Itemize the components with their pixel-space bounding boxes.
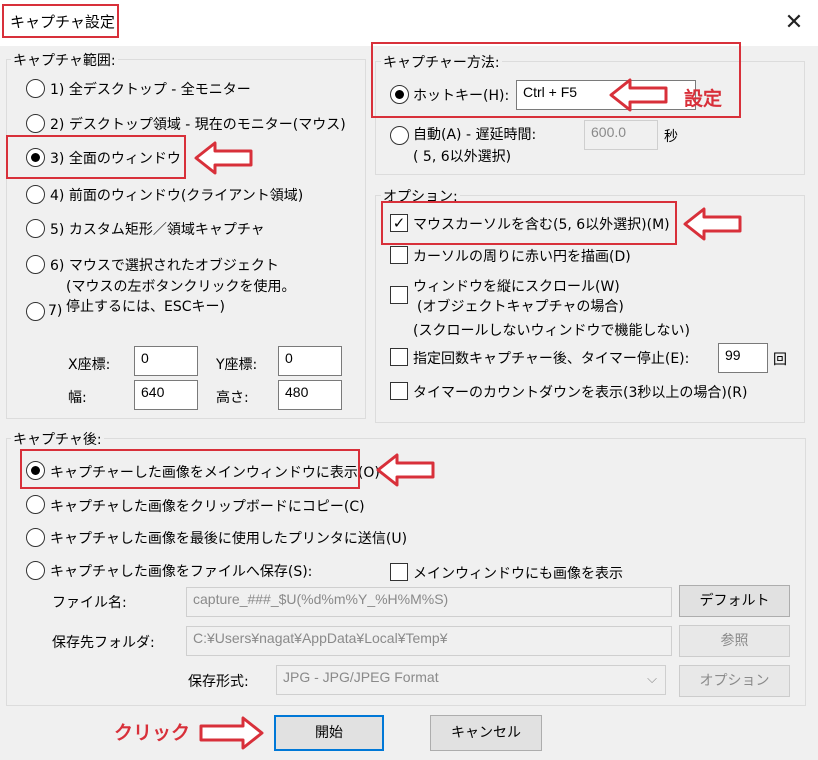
range-radio-6[interactable] — [26, 255, 45, 274]
after-label-printer[interactable]: キャプチャした画像を最後に使用したプリンタに送信(U) — [50, 528, 407, 548]
capture-range-label: キャプチャ範囲: — [11, 50, 118, 70]
folder-label: 保存先フォルダ: — [52, 635, 155, 651]
options-button[interactable]: オプション — [679, 665, 790, 697]
after-label-file[interactable]: キャプチャした画像をファイルへ保存(S): — [50, 561, 312, 581]
object-note-line-1: (マウスの左ボタンクリックを使用。 — [66, 279, 296, 295]
filename-input[interactable]: capture_###_$U(%d%m%Y_%H%M%S) — [186, 587, 672, 617]
auto-radio[interactable] — [390, 126, 409, 145]
scroll-sub-label-2: (スクロールしないウィンドウで機能しない) — [413, 323, 690, 339]
capture-settings-dialog: キャプチャ設定 ✕ キャプチャ範囲: 1) 全デスクトップ - 全モニター 2)… — [0, 0, 818, 760]
range-label-4[interactable]: 4) 前面のウィンドウ(クライアント領域) — [50, 185, 303, 205]
scroll-label[interactable]: ウィンドウを縦にスクロール(W) — [413, 276, 620, 296]
width-input[interactable]: 640 — [134, 380, 198, 410]
annotation-arrow-start-icon — [199, 716, 264, 750]
x-coord-input[interactable]: 0 — [134, 346, 198, 376]
annotation-click-text: クリック — [114, 722, 191, 744]
auto-sub-label: ( 5, 6以外選択) — [413, 149, 512, 165]
range-label-7[interactable]: 7) — [48, 303, 62, 319]
red-circle-label[interactable]: カーソルの周りに赤い円を描画(D) — [413, 246, 631, 266]
object-note-line-2: 停止するには、ESCキー) — [66, 299, 225, 315]
auto-label[interactable]: 自動(A) - 遅延時間: — [413, 124, 536, 144]
title-bar: キャプチャ設定 ✕ — [0, 0, 818, 46]
red-circle-checkbox[interactable] — [390, 246, 408, 264]
range-radio-1[interactable] — [26, 79, 45, 98]
folder-input[interactable]: C:¥Users¥nagat¥AppData¥Local¥Temp¥ — [186, 626, 672, 656]
delay-input[interactable]: 600.0 — [584, 120, 658, 150]
y-coord-label: Y座標: — [216, 357, 258, 373]
annotation-title-box — [2, 4, 119, 38]
format-label: 保存形式: — [188, 674, 249, 690]
range-label-5[interactable]: 5) カスタム矩形／領域キャプチャ — [50, 219, 265, 239]
height-input[interactable]: 480 — [278, 380, 342, 410]
show-in-main-label[interactable]: メインウィンドウにも画像を表示 — [413, 563, 623, 583]
annotation-arrow-hotkey-icon — [609, 78, 668, 112]
close-icon[interactable]: ✕ — [776, 8, 812, 38]
annotation-arrow-cursor-icon — [683, 207, 742, 241]
x-coord-label: X座標: — [68, 357, 111, 373]
range-radio-7[interactable] — [26, 302, 45, 321]
annotation-arrow-after-icon — [376, 453, 435, 487]
after-label-clipboard[interactable]: キャプチャした画像をクリップボードにコピー(C) — [50, 496, 365, 516]
delay-unit-label: 秒 — [664, 129, 678, 145]
filename-label: ファイル名: — [52, 595, 127, 611]
timer-stop-unit: 回 — [773, 352, 787, 368]
timer-stop-label[interactable]: 指定回数キャプチャー後、タイマー停止(E): — [413, 348, 689, 368]
range-radio-2[interactable] — [26, 114, 45, 133]
annotation-range-box — [6, 135, 186, 179]
range-radio-4[interactable] — [26, 185, 45, 204]
after-radio-clipboard[interactable] — [26, 495, 45, 514]
chevron-down-icon: ⌵ — [647, 671, 657, 686]
show-in-main-checkbox[interactable] — [390, 563, 408, 581]
countdown-label[interactable]: タイマーのカウントダウンを表示(3秒以上の場合)(R) — [413, 382, 747, 402]
after-capture-label: キャプチャ後: — [11, 429, 104, 449]
y-coord-input[interactable]: 0 — [278, 346, 342, 376]
annotation-setting-text: 設定 — [684, 88, 723, 110]
after-radio-file[interactable] — [26, 561, 45, 580]
format-select[interactable]: JPG - JPG/JPEG Format ⌵ — [276, 665, 666, 695]
annotation-after-box — [20, 449, 360, 489]
range-radio-5[interactable] — [26, 219, 45, 238]
width-label: 幅: — [68, 390, 87, 406]
start-button[interactable]: 開始 — [274, 715, 384, 751]
range-label-1[interactable]: 1) 全デスクトップ - 全モニター — [50, 79, 251, 99]
after-radio-printer[interactable] — [26, 528, 45, 547]
countdown-checkbox[interactable] — [390, 382, 408, 400]
timer-stop-checkbox[interactable] — [390, 348, 408, 366]
height-label: 高さ: — [216, 390, 249, 406]
cancel-button[interactable]: キャンセル — [430, 715, 542, 751]
browse-button[interactable]: 参照 — [679, 625, 790, 657]
format-select-value: JPG - JPG/JPEG Format — [283, 669, 439, 685]
range-label-6[interactable]: 6) マウスで選択されたオブジェクト — [50, 255, 279, 275]
annotation-cursor-box — [381, 201, 677, 245]
scroll-checkbox[interactable] — [390, 286, 408, 304]
scroll-sub-label-1: (オブジェクトキャプチャの場合) — [417, 299, 624, 315]
default-button[interactable]: デフォルト — [679, 585, 790, 617]
annotation-arrow-range-icon — [194, 141, 253, 175]
range-label-2[interactable]: 2) デスクトップ領域 - 現在のモニター(マウス) — [50, 114, 346, 134]
timer-stop-input[interactable]: 99 — [718, 343, 768, 373]
